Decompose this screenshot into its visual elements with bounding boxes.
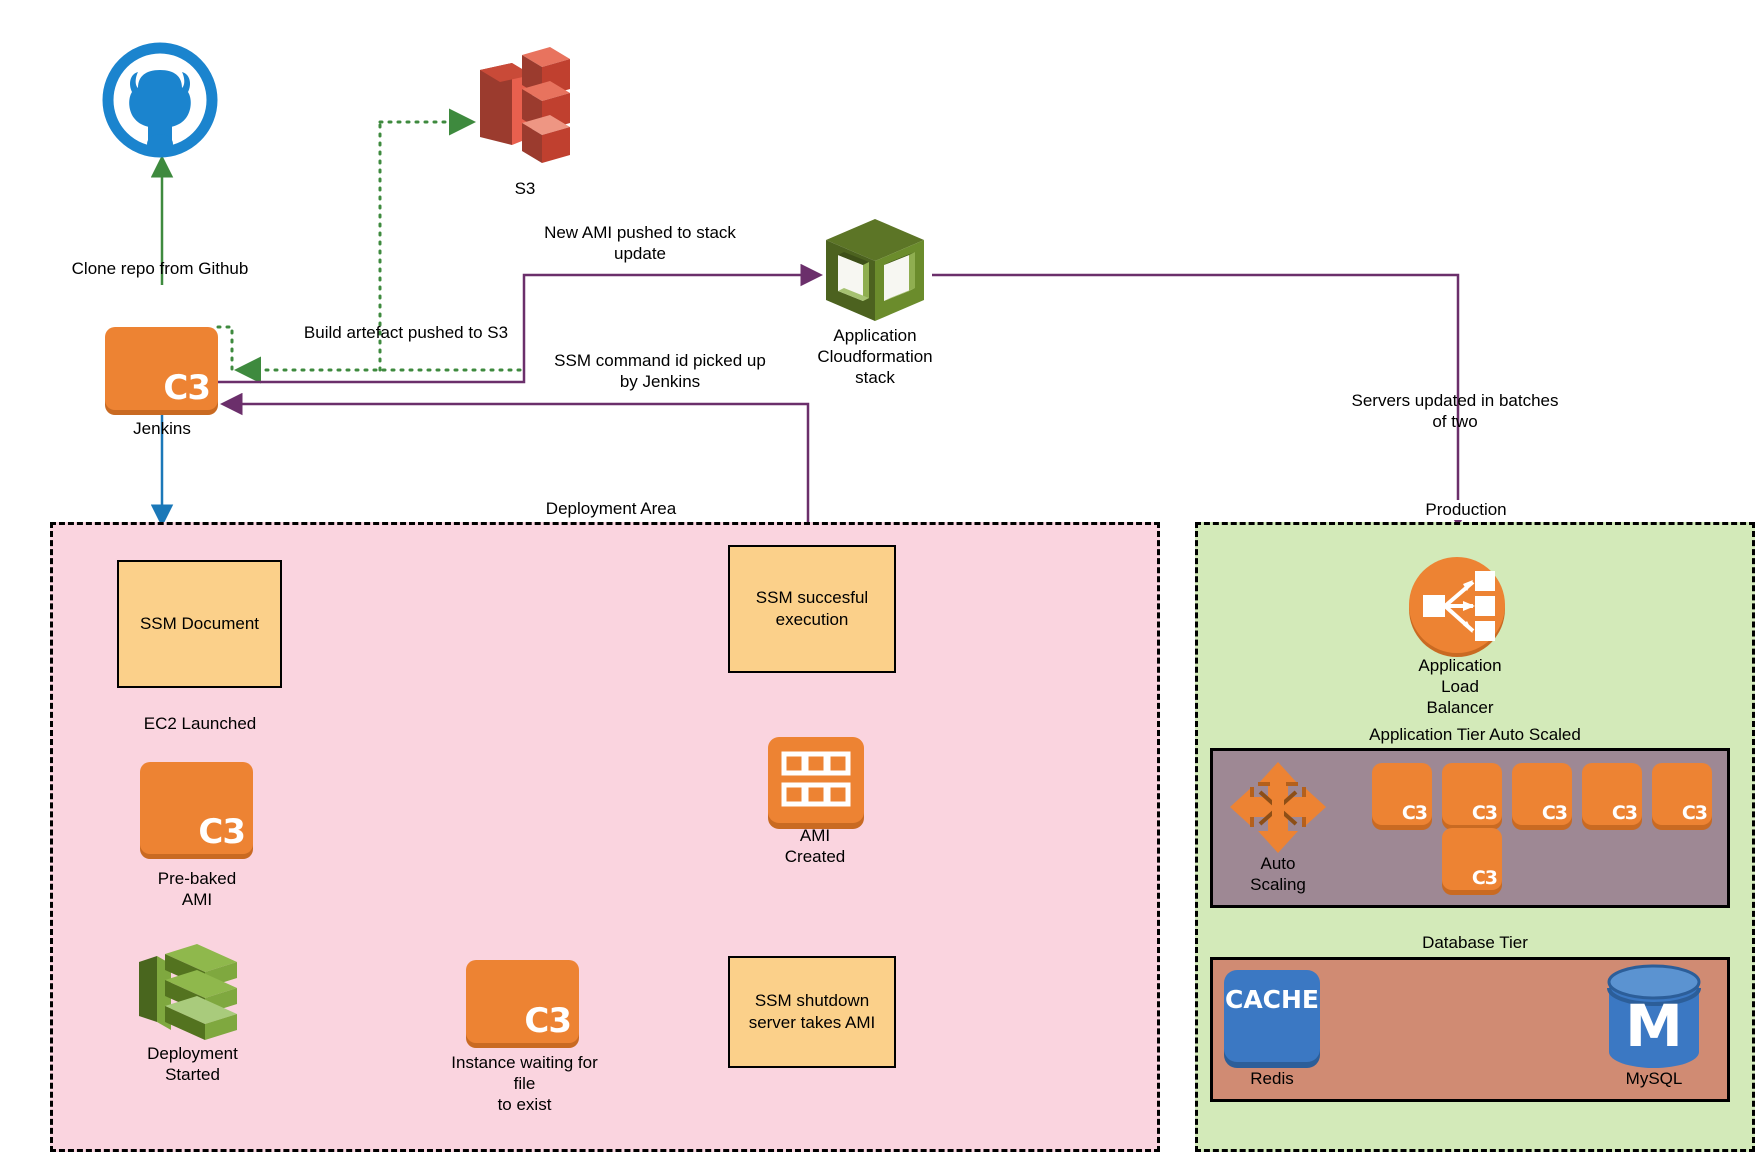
- app-instance-5: C3: [1652, 763, 1712, 825]
- instance-waiting-node: C3: [466, 960, 579, 1043]
- app-instance-1: C3: [1372, 763, 1432, 825]
- svg-text:M: M: [1625, 992, 1683, 1060]
- mysql-caption: MySQL: [1625, 1069, 1683, 1088]
- production-title: Production: [1345, 500, 1587, 520]
- auto-scaling-caption: Auto Scaling: [1250, 854, 1306, 894]
- ami-created-caption: AMI Created: [784, 826, 846, 866]
- app-instance-badge: C3: [1471, 867, 1498, 889]
- prebaked-ami-node: C3: [140, 762, 253, 854]
- app-instance-2: C3: [1442, 763, 1502, 825]
- app-instance-4: C3: [1582, 763, 1642, 825]
- prebaked-ami-badge: C3: [198, 812, 246, 852]
- codedeploy-icon: [135, 940, 245, 1040]
- label-ssm-command-id: SSM command id picked up by Jenkins: [554, 351, 766, 391]
- application-load-balancer-icon: [1405, 553, 1509, 657]
- auto-scaling-icon: [1228, 760, 1328, 855]
- github-icon: [100, 40, 220, 160]
- label-new-ami-pushed: New AMI pushed to stack update: [544, 223, 736, 263]
- label-servers-updated: Servers updated in batches of two: [1351, 391, 1559, 431]
- db-tier-title: Database Tier: [1422, 933, 1528, 952]
- redis-caption: Redis: [1250, 1069, 1294, 1088]
- ssm-shutdown-box: SSM shutdown server takes AMI: [728, 956, 896, 1068]
- s3-bucket-icon: [470, 45, 580, 163]
- architecture-diagram: Clone repo from Github S3 Build artefact…: [0, 0, 1760, 1152]
- s3-caption: S3: [514, 179, 536, 198]
- github-caption: Clone repo from Github: [71, 259, 249, 278]
- ssm-success-box: SSM succesful execution: [728, 545, 896, 673]
- ssm-document-box: SSM Document: [117, 560, 282, 688]
- label-build-artefact: Build artefact pushed to S3: [303, 323, 509, 342]
- jenkins-badge: C3: [163, 368, 211, 408]
- app-instance-badge: C3: [1401, 802, 1428, 824]
- app-tier-title: Application Tier Auto Scaled: [1369, 725, 1581, 744]
- ami-icon: [766, 735, 866, 835]
- app-instance-badge: C3: [1471, 802, 1498, 824]
- cloudformation-caption: Application Cloudformation stack: [817, 326, 933, 387]
- load-balancer-caption: Application Load Balancer: [1418, 656, 1502, 717]
- instance-waiting-caption: Instance waiting for file to exist: [451, 1053, 598, 1114]
- app-instance-badge: C3: [1611, 802, 1638, 824]
- deployment-area-title: Deployment Area: [455, 499, 767, 519]
- app-instance-3: C3: [1512, 763, 1572, 825]
- jenkins-node: C3: [105, 327, 218, 410]
- mysql-database-icon: M: [1605, 964, 1703, 1070]
- deployment-started-caption: Deployment Started: [147, 1044, 238, 1084]
- elasticache-icon: CACHE: [1222, 968, 1322, 1068]
- app-instance-badge: C3: [1681, 802, 1708, 824]
- prebaked-ami-caption: Pre-baked AMI: [157, 869, 237, 909]
- jenkins-caption: Jenkins: [133, 419, 191, 438]
- app-instance-badge: C3: [1541, 802, 1568, 824]
- cloudformation-stack-icon: [818, 215, 932, 325]
- label-ec2-launched: EC2 Launched: [143, 714, 257, 733]
- app-instance-6: C3: [1442, 828, 1502, 890]
- svg-text:CACHE: CACHE: [1225, 985, 1319, 1014]
- instance-waiting-badge: C3: [524, 1001, 572, 1041]
